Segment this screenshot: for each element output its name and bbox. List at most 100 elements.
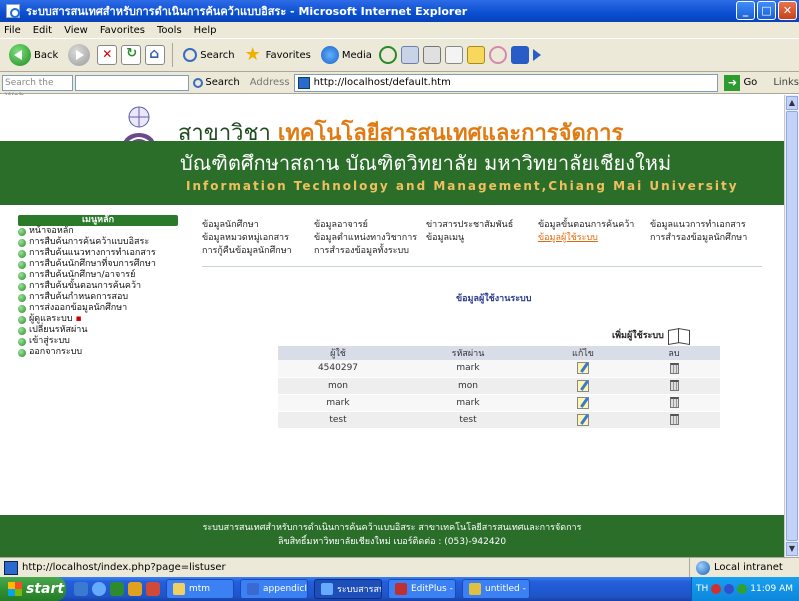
- menu-backup-system[interactable]: การสำรองข้อมูลทั้งระบบ: [314, 245, 426, 258]
- table-row: mark mark: [278, 394, 720, 412]
- media-button[interactable]: Media: [318, 42, 375, 68]
- menu-divider: [202, 266, 762, 267]
- desktop-icon[interactable]: [74, 582, 88, 596]
- search-web-field[interactable]: Search the Web: [2, 74, 73, 102]
- edit-icon[interactable]: [444, 46, 463, 64]
- taskbar-item[interactable]: mtm: [166, 579, 234, 599]
- menu-document-categories[interactable]: ข้อมูลหมวดหมู่เอกสาร: [202, 232, 314, 245]
- menu-favorites[interactable]: Favorites: [100, 25, 145, 36]
- taskbar-item[interactable]: untitled - P...: [462, 579, 530, 599]
- trash-icon[interactable]: [669, 414, 679, 425]
- start-button[interactable]: start: [0, 577, 66, 601]
- menu-view[interactable]: View: [64, 25, 88, 36]
- nav-item-search-steps[interactable]: การสืบค้นขั้นตอนการค้นคว้า: [18, 281, 178, 292]
- menu-tools[interactable]: Tools: [157, 25, 182, 36]
- nav-item-login[interactable]: เข้าสู่ระบบ: [18, 336, 178, 347]
- nav-item-search-schedule[interactable]: การสืบค้นกำหนดการสอบ: [18, 292, 178, 303]
- edit-icon[interactable]: [577, 379, 589, 392]
- forward-arrow-icon: [68, 44, 91, 66]
- menu-research-steps[interactable]: ข้อมูลขั้นตอนการค้นคว้า: [538, 219, 650, 232]
- ie-icon[interactable]: [92, 582, 106, 596]
- scroll-thumb[interactable]: [786, 111, 798, 541]
- menu-edit[interactable]: Edit: [33, 25, 52, 36]
- banner-green-band: บัณฑิตศึกษาสถาน บัณฑิตวิทยาลัย มหาวิทยาล…: [0, 141, 784, 205]
- search-button[interactable]: Search: [180, 42, 237, 68]
- trash-icon[interactable]: [669, 380, 679, 391]
- nav-item-home[interactable]: หน้าจอหลัก: [18, 226, 178, 237]
- taskbar-item[interactable]: EditPlus - [...: [388, 579, 456, 599]
- scroll-up-arrow[interactable]: ▲: [786, 96, 798, 110]
- go-button[interactable]: ➜ Go: [724, 74, 757, 91]
- menu-menus[interactable]: ข้อมูลเมนู: [426, 232, 538, 245]
- nav-item-admin[interactable]: ผู้ดูแลระบบ ▪: [18, 314, 178, 325]
- menu-file[interactable]: File: [4, 25, 21, 36]
- address-bar[interactable]: http://localhost/default.htm: [293, 73, 719, 92]
- delete-cell: [628, 394, 720, 412]
- app-icon[interactable]: [146, 582, 160, 596]
- mail-icon[interactable]: [400, 46, 419, 64]
- nav-item-search-research[interactable]: การสืบค้นการค้นคว้าแบบอิสระ: [18, 237, 178, 248]
- trash-icon[interactable]: [669, 397, 679, 408]
- stop-icon[interactable]: [97, 45, 118, 65]
- bullet-icon: [18, 337, 26, 346]
- ie-icon: [321, 583, 333, 595]
- app-icon[interactable]: [128, 582, 142, 596]
- nav-item-change-password[interactable]: เปลี่ยนรหัสผ่าน: [18, 325, 178, 336]
- page-icon: [297, 76, 310, 89]
- history-icon[interactable]: [378, 46, 397, 64]
- taskbar-item[interactable]: appendicII...: [240, 579, 308, 599]
- messenger-icon[interactable]: [488, 46, 507, 64]
- favorites-button[interactable]: ★ Favorites: [242, 42, 314, 68]
- taskbar-item[interactable]: ระบบสารสน...: [314, 579, 382, 599]
- menu-backup-students[interactable]: การสำรองข้อมูลนักศึกษา: [650, 232, 762, 245]
- menu-system-users[interactable]: ข้อมูลผู้ใช้ระบบ: [538, 232, 650, 245]
- edit-icon[interactable]: [577, 396, 589, 409]
- nav-item-export[interactable]: การส่งออกข้อมูลนักศึกษา: [18, 303, 178, 314]
- forward-button[interactable]: [65, 42, 93, 68]
- search-web-input[interactable]: [74, 74, 190, 91]
- folder-icon[interactable]: [466, 46, 485, 64]
- maximize-button[interactable]: □: [757, 1, 776, 20]
- tray-icon[interactable]: [737, 584, 748, 594]
- nav-item-label: หน้าจอหลัก: [29, 226, 74, 236]
- home-icon[interactable]: [145, 45, 166, 65]
- search-web-button[interactable]: Search: [193, 77, 240, 88]
- edit-icon[interactable]: [577, 362, 589, 375]
- language-indicator[interactable]: TH: [696, 584, 708, 594]
- research-icon[interactable]: [510, 46, 529, 64]
- print-icon[interactable]: [422, 46, 441, 64]
- add-user-link[interactable]: เพิ่มผู้ใช้ระบบ: [612, 327, 690, 343]
- taskbar-item-label: appendicII...: [263, 584, 307, 594]
- vertical-scrollbar[interactable]: ▲ ▼: [784, 95, 799, 557]
- tray-icon[interactable]: [724, 584, 735, 594]
- nav-item-search-students[interactable]: การสืบค้นนักศึกษา/อาจารย์: [18, 270, 178, 281]
- play-icon[interactable]: [532, 49, 541, 61]
- back-button[interactable]: Back: [6, 42, 61, 68]
- edit-icon[interactable]: [577, 413, 589, 426]
- nav-item-logout[interactable]: ออกจากระบบ: [18, 347, 178, 358]
- links-button[interactable]: Links: [773, 77, 799, 88]
- menu-teachers[interactable]: ข้อมูลอาจารย์: [314, 219, 426, 232]
- admin-menu-row: การกู้คืนข้อมูลนักศึกษา การสำรองข้อมูลทั…: [202, 245, 782, 258]
- close-button[interactable]: ✕: [778, 1, 797, 20]
- scroll-down-arrow[interactable]: ▼: [786, 542, 798, 556]
- menu-document-guidelines[interactable]: ข้อมูลแนวการทำเอกสาร: [650, 219, 762, 232]
- menu-news[interactable]: ข่าวสารประชาสัมพันธ์: [426, 219, 538, 232]
- menu-restore-students[interactable]: การกู้คืนข้อมูลนักศึกษา: [202, 245, 314, 258]
- menu-academic-positions[interactable]: ข้อมูลตำแหน่งทางวิชาการ: [314, 232, 426, 245]
- trash-icon[interactable]: [669, 362, 679, 374]
- app-icon[interactable]: [110, 582, 124, 596]
- nav-item-label: การสืบค้นการค้นคว้าแบบอิสระ: [29, 237, 150, 247]
- nav-item-search-guidelines[interactable]: การสืบค้นแนวทางการทำเอกสาร: [18, 248, 178, 259]
- tray-icon[interactable]: [711, 584, 722, 594]
- refresh-icon[interactable]: [121, 45, 142, 65]
- minimize-button[interactable]: _: [736, 1, 755, 20]
- menu-students[interactable]: ข้อมูลนักศึกษา: [202, 219, 314, 232]
- bullet-icon: [18, 271, 26, 280]
- bullet-icon: [18, 304, 26, 313]
- page-viewport: สาขาวิชา เทคโนโลยีสารสนเทศและการจัดการ บ…: [0, 95, 784, 557]
- taskbar-item-label: mtm: [189, 584, 211, 594]
- nav-item-search-graduates[interactable]: การสืบค้นนักศึกษาที่จบการศึกษา: [18, 259, 178, 270]
- table-header-row: ผู้ใช้ รหัสผ่าน แก้ไข ลบ: [278, 346, 720, 360]
- menu-help[interactable]: Help: [194, 25, 217, 36]
